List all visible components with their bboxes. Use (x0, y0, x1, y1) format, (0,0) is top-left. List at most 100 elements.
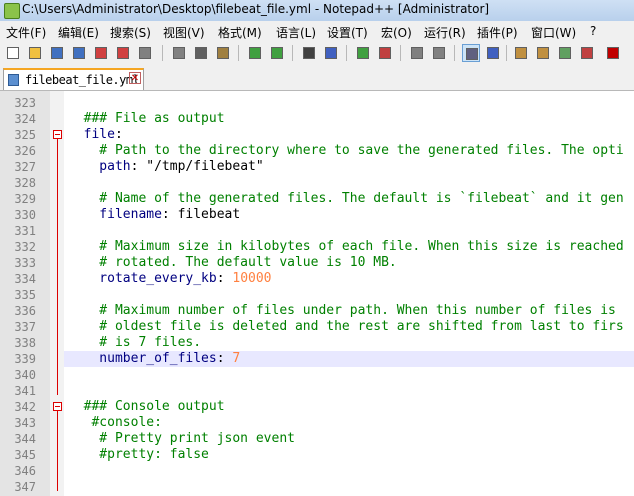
comment-token: ### Console output (68, 399, 225, 414)
code-line[interactable]: 337 # oldest file is deleted and the res… (0, 319, 634, 335)
fold-toggle-icon[interactable] (53, 402, 62, 411)
toolbar-separator (238, 45, 239, 61)
new-icon[interactable] (4, 44, 22, 62)
code-line[interactable]: 334 rotate_every_kb: 10000 (0, 271, 634, 287)
fold-range-line (57, 139, 58, 395)
code-text: number_of_files: 7 (68, 351, 240, 367)
tab-close-icon[interactable]: ✕ (129, 72, 141, 84)
code-line[interactable]: 323 (0, 95, 634, 111)
copy-icon[interactable] (192, 44, 210, 62)
line-number: 325 (14, 128, 36, 142)
code-line[interactable]: 339 number_of_files: 7 (0, 351, 634, 367)
redo-icon[interactable] (268, 44, 286, 62)
fold-toggle-icon[interactable] (53, 130, 62, 139)
code-line[interactable]: 335 (0, 287, 634, 303)
save-icon[interactable] (48, 44, 66, 62)
find-icon[interactable] (300, 44, 318, 62)
code-line[interactable]: 329 # Name of the generated files. The d… (0, 191, 634, 207)
comment-token: #console: (68, 415, 162, 430)
menu-item-5[interactable]: 语言(L) (276, 24, 316, 41)
close-all-icon[interactable] (114, 44, 132, 62)
sync-v-icon[interactable] (408, 44, 426, 62)
print-icon[interactable] (136, 44, 154, 62)
indent-guide-glyph (515, 47, 527, 59)
code-line[interactable]: 340 (0, 367, 634, 383)
menu-item-2[interactable]: 搜索(S) (110, 24, 151, 41)
menu-item-0[interactable]: 文件(F) (6, 24, 46, 41)
menu-item-6[interactable]: 设置(T) (327, 24, 368, 41)
code-line[interactable]: 330 filename: filebeat (0, 207, 634, 223)
toolbar-separator (454, 45, 455, 61)
menu-item-8[interactable]: 运行(R) (424, 24, 466, 41)
code-line[interactable]: 344 # Pretty print json event (0, 431, 634, 447)
menu-item-10[interactable]: 窗口(W) (531, 24, 576, 41)
zoom-out-icon[interactable] (376, 44, 394, 62)
toolbar-separator (400, 45, 401, 61)
line-number: 329 (14, 192, 36, 206)
line-number: 337 (14, 320, 36, 334)
zoom-in-icon[interactable] (354, 44, 372, 62)
key-token: rotate_every_kb (68, 271, 217, 286)
menu-item-11[interactable]: ? (590, 24, 596, 38)
code-line[interactable]: 324 ### File as output (0, 111, 634, 127)
comment-token: # Path to the directory where to save th… (68, 143, 624, 158)
menu-item-7[interactable]: 宏(O) (381, 24, 412, 41)
tab-filebeat-file[interactable]: filebeat_file.yml ✕ (3, 68, 144, 90)
comment-token: # oldest file is deleted and the rest ar… (68, 319, 624, 334)
code-line[interactable]: 333 # rotated. The default value is 10 M… (0, 255, 634, 271)
record-macro-icon[interactable] (604, 44, 622, 62)
code-line[interactable]: 343 #console: (0, 415, 634, 431)
undo-icon[interactable] (246, 44, 264, 62)
code-line[interactable]: 332 # Maximum size in kilobytes of each … (0, 239, 634, 255)
menu-item-9[interactable]: 插件(P) (477, 24, 518, 41)
code-line[interactable]: 331 (0, 223, 634, 239)
line-number: 342 (14, 400, 36, 414)
code-text: rotate_every_kb: 10000 (68, 271, 271, 287)
close-icon[interactable] (92, 44, 110, 62)
sync-v-glyph (411, 47, 423, 59)
key-token: path (68, 159, 131, 174)
function-list-icon[interactable] (578, 44, 596, 62)
toolbar-separator (292, 45, 293, 61)
record-macro-glyph (607, 47, 619, 59)
menu-item-3[interactable]: 视图(V) (163, 24, 205, 41)
code-line[interactable]: 328 (0, 175, 634, 191)
all-chars-glyph (487, 47, 499, 59)
menu-item-4[interactable]: 格式(M) (218, 24, 262, 41)
sync-h-icon[interactable] (430, 44, 448, 62)
code-line[interactable]: 338 # is 7 files. (0, 335, 634, 351)
word-wrap-icon[interactable] (462, 44, 480, 62)
comment-token: # Name of the generated files. The defau… (68, 191, 624, 206)
code-line[interactable]: 336 # Maximum number of files under path… (0, 303, 634, 319)
code-line[interactable]: 342 ### Console output (0, 399, 634, 415)
code-line[interactable]: 326 # Path to the directory where to sav… (0, 143, 634, 159)
comment-token: # Maximum number of files under path. Wh… (68, 303, 616, 318)
doc-map-icon[interactable] (556, 44, 574, 62)
code-line[interactable]: 345 #pretty: false (0, 447, 634, 463)
tab-label: filebeat_file.yml (25, 73, 140, 87)
save-all-icon[interactable] (70, 44, 88, 62)
udl-icon[interactable] (534, 44, 552, 62)
line-number: 328 (14, 176, 36, 190)
cut-icon[interactable] (170, 44, 188, 62)
line-number: 347 (14, 480, 36, 494)
zoom-in-glyph (357, 47, 369, 59)
editor-area[interactable]: 323 324 ### File as output 325 file: 326 # … (0, 91, 634, 496)
replace-icon[interactable] (322, 44, 340, 62)
line-number: 340 (14, 368, 36, 382)
code-line[interactable]: 347 (0, 479, 634, 495)
code-text: # is 7 files. (68, 335, 201, 351)
paste-icon[interactable] (214, 44, 232, 62)
code-line[interactable]: 341 (0, 383, 634, 399)
comment-token: # rotated. The default value is 10 MB. (68, 255, 397, 270)
open-icon[interactable] (26, 44, 44, 62)
comment-token: # is 7 files. (68, 335, 202, 350)
code-line[interactable]: 327 path: "/tmp/filebeat" (0, 159, 634, 175)
code-line[interactable]: 346 (0, 463, 634, 479)
sync-h-glyph (433, 47, 445, 59)
menu-item-1[interactable]: 编辑(E) (58, 24, 99, 41)
indent-guide-icon[interactable] (512, 44, 530, 62)
code-line[interactable]: 325 file: (0, 127, 634, 143)
all-chars-icon[interactable] (484, 44, 502, 62)
code-text: ### File as output (68, 111, 225, 127)
